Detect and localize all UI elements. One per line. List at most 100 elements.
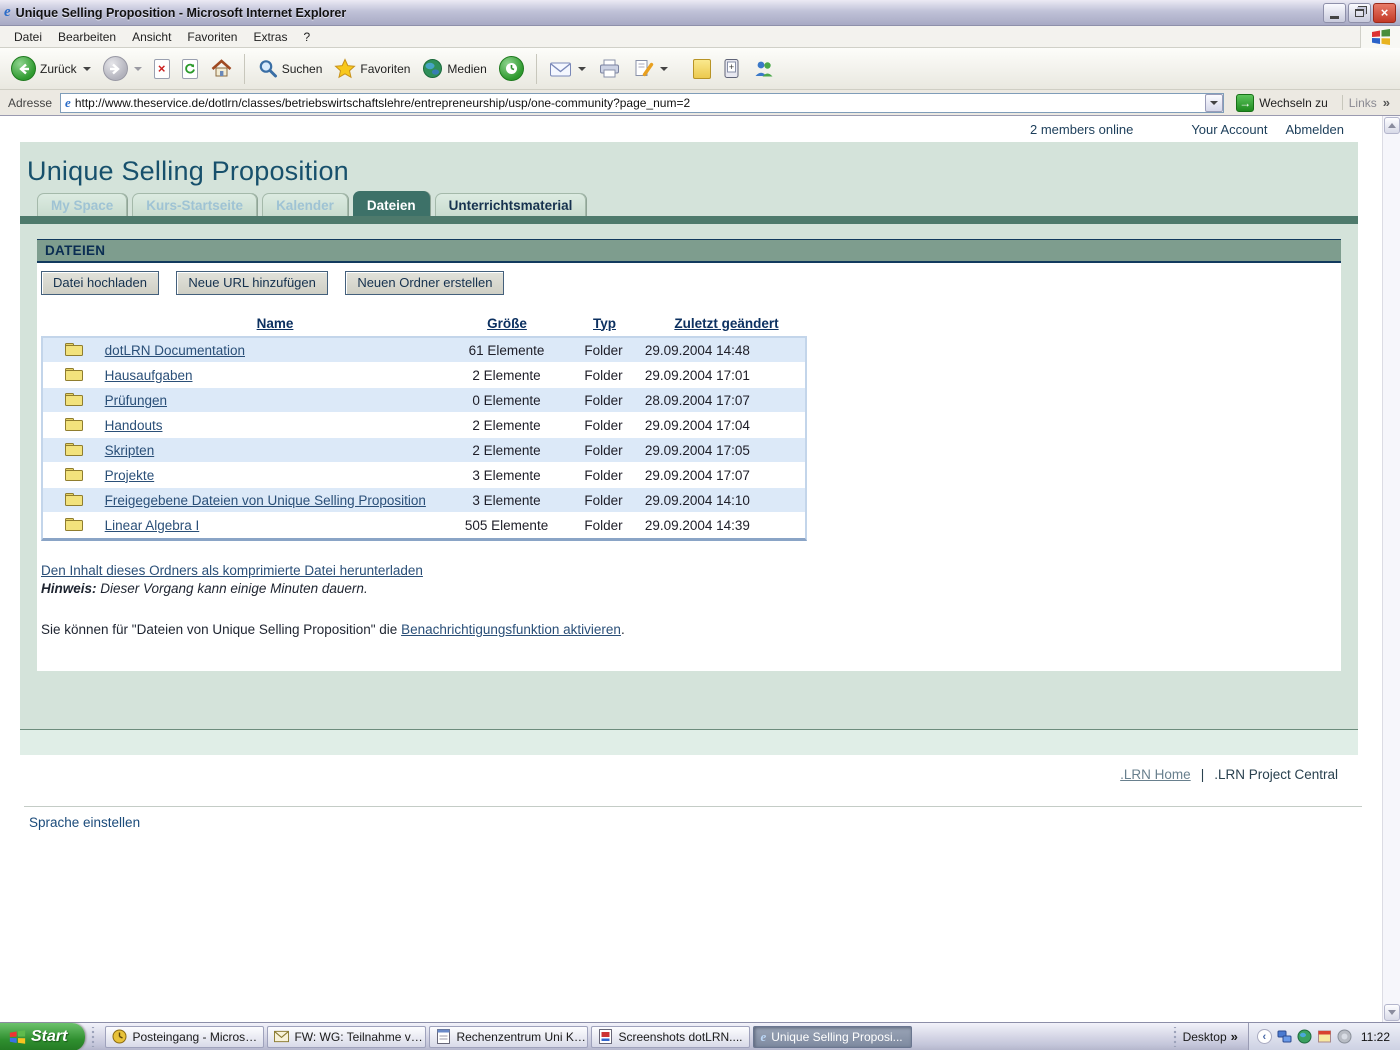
windows-logo-icon <box>1360 26 1400 48</box>
tab-rule <box>20 216 1358 224</box>
lrn-home-link[interactable]: .LRN Home <box>1120 767 1191 782</box>
task-label: Rechenzentrum Uni K… <box>456 1030 585 1044</box>
folder-link[interactable]: Handouts <box>105 418 163 433</box>
go-button[interactable]: → Wechseln zu <box>1230 92 1333 114</box>
sort-size-header[interactable]: Größe <box>487 316 527 331</box>
folder-link[interactable]: Projekte <box>105 468 155 483</box>
type-cell: Folder <box>566 493 641 508</box>
sort-modified-header[interactable]: Zuletzt geändert <box>674 316 778 331</box>
size-cell: 2 Elemente <box>447 368 566 383</box>
address-label: Adresse <box>4 96 60 110</box>
set-language-link[interactable]: Sprache einstellen <box>29 815 140 830</box>
folder-link[interactable]: Linear Algebra I <box>105 518 200 533</box>
task-mail-message[interactable]: FW: WG: Teilnahme v… <box>267 1026 426 1048</box>
links-chevron-icon[interactable]: » <box>1383 95 1390 110</box>
edit-dropdown-icon[interactable] <box>660 67 668 71</box>
restore-button[interactable] <box>1348 3 1371 23</box>
your-account-link[interactable]: Your Account <box>1191 122 1267 137</box>
note-icon <box>693 59 711 79</box>
notifications-link[interactable]: Benachrichtigungsfunktion aktivieren <box>401 622 621 637</box>
back-button[interactable]: Zurück <box>6 53 96 84</box>
menu-bearbeiten[interactable]: Bearbeiten <box>50 27 124 47</box>
add-url-button[interactable]: Neue URL hinzufügen <box>176 271 327 295</box>
stop-button[interactable]: × <box>149 56 175 82</box>
vertical-scrollbar[interactable] <box>1382 116 1400 1022</box>
windows-taskbar: Start Posteingang - Micros… FW: WG: Teil… <box>0 1022 1400 1050</box>
web-page: 2 members online Your Account Abmelden U… <box>0 116 1382 1022</box>
address-dropdown-button[interactable] <box>1205 94 1223 112</box>
download-zip-link[interactable]: Den Inhalt dieses Ordners als komprimier… <box>41 563 423 578</box>
desktop-chevron-icon[interactable]: » <box>1231 1029 1238 1044</box>
tray-globe-icon[interactable] <box>1297 1029 1312 1044</box>
sort-type-header[interactable]: Typ <box>593 316 616 331</box>
search-icon <box>257 58 278 79</box>
size-cell: 2 Elemente <box>447 443 566 458</box>
tray-collapse-icon[interactable]: ‹ <box>1257 1029 1272 1044</box>
links-toolbar[interactable]: Links » <box>1342 95 1396 110</box>
type-cell: Folder <box>566 443 641 458</box>
modified-cell: 29.09.2004 17:07 <box>641 468 805 483</box>
address-field: e <box>60 93 1224 113</box>
folder-link[interactable]: Freigegebene Dateien von Unique Selling … <box>105 493 426 508</box>
tab-strip: My Space Kurs-Startseite Kalender Dateie… <box>20 191 1358 216</box>
tray-network-icon[interactable] <box>1277 1029 1292 1044</box>
create-folder-button[interactable]: Neuen Ordner erstellen <box>345 271 504 295</box>
messenger-button[interactable] <box>747 56 780 82</box>
home-button[interactable] <box>205 55 237 83</box>
favorites-star-icon <box>334 58 356 79</box>
task-screenshots[interactable]: Screenshots dotLRN.... <box>591 1026 750 1048</box>
type-cell: Folder <box>566 393 641 408</box>
sizer-button[interactable]: + <box>718 55 745 82</box>
desktop-toolbar[interactable]: Desktop » <box>1183 1029 1238 1044</box>
close-button[interactable]: × <box>1373 3 1396 23</box>
edit-button[interactable] <box>628 55 673 82</box>
upload-file-button[interactable]: Datei hochladen <box>41 271 159 295</box>
task-unique-selling-proposition[interactable]: e Unique Selling Proposi... <box>753 1026 912 1048</box>
tab-kalender[interactable]: Kalender <box>262 193 348 216</box>
forward-dropdown-icon[interactable] <box>134 67 142 71</box>
favorites-button[interactable]: Favoriten <box>329 55 415 82</box>
mail-dropdown-icon[interactable] <box>578 67 586 71</box>
folder-link[interactable]: Prüfungen <box>105 393 167 408</box>
task-posteingang[interactable]: Posteingang - Micros… <box>105 1026 264 1048</box>
folder-link[interactable]: Skripten <box>105 443 155 458</box>
tab-unterrichtsmaterial[interactable]: Unterrichtsmaterial <box>435 193 587 216</box>
sort-name-header[interactable]: Name <box>257 316 294 331</box>
start-button[interactable]: Start <box>0 1023 85 1050</box>
tab-my-space[interactable]: My Space <box>37 193 127 216</box>
address-input[interactable] <box>75 96 1205 110</box>
go-arrow-icon: → <box>1236 94 1254 112</box>
quick-launch-grip[interactable] <box>90 1027 96 1047</box>
scroll-down-button[interactable] <box>1384 1004 1400 1021</box>
tab-dateien[interactable]: Dateien <box>353 191 430 216</box>
lrn-project-central-link[interactable]: .LRN Project Central <box>1214 767 1338 782</box>
refresh-button[interactable] <box>177 56 203 82</box>
tab-kurs-startseite[interactable]: Kurs-Startseite <box>132 193 257 216</box>
taskbar-clock[interactable]: 11:22 <box>1361 1030 1390 1044</box>
desktop-toolbar-grip[interactable] <box>1172 1027 1178 1047</box>
discuss-button[interactable] <box>688 56 716 82</box>
scroll-up-button[interactable] <box>1384 117 1400 134</box>
mail-button[interactable] <box>544 57 591 81</box>
menu-ansicht[interactable]: Ansicht <box>124 27 179 47</box>
search-button[interactable]: Suchen <box>252 55 328 82</box>
forward-button[interactable] <box>98 53 147 84</box>
folder-link[interactable]: dotLRN Documentation <box>105 343 245 358</box>
folder-link[interactable]: Hausaufgaben <box>105 368 193 383</box>
tray-app-icon[interactable] <box>1317 1029 1332 1044</box>
logout-link[interactable]: Abmelden <box>1285 122 1344 137</box>
task-rechenzentrum[interactable]: Rechenzentrum Uni K… <box>429 1026 588 1048</box>
tray-status-icon[interactable] <box>1337 1029 1352 1044</box>
outlook-inbox-icon <box>112 1029 127 1044</box>
table-row: Projekte 3 Elemente Folder 29.09.2004 17… <box>43 463 805 488</box>
menu-help[interactable]: ? <box>295 27 318 47</box>
menu-datei[interactable]: Datei <box>6 27 50 47</box>
minimize-button[interactable] <box>1323 3 1346 23</box>
page-title: Unique Selling Proposition <box>20 142 1358 191</box>
history-button[interactable] <box>494 53 529 84</box>
menu-favoriten[interactable]: Favoriten <box>179 27 245 47</box>
media-button[interactable]: Medien <box>417 55 491 82</box>
print-button[interactable] <box>593 55 626 82</box>
back-dropdown-icon[interactable] <box>83 67 91 71</box>
menu-extras[interactable]: Extras <box>245 27 295 47</box>
